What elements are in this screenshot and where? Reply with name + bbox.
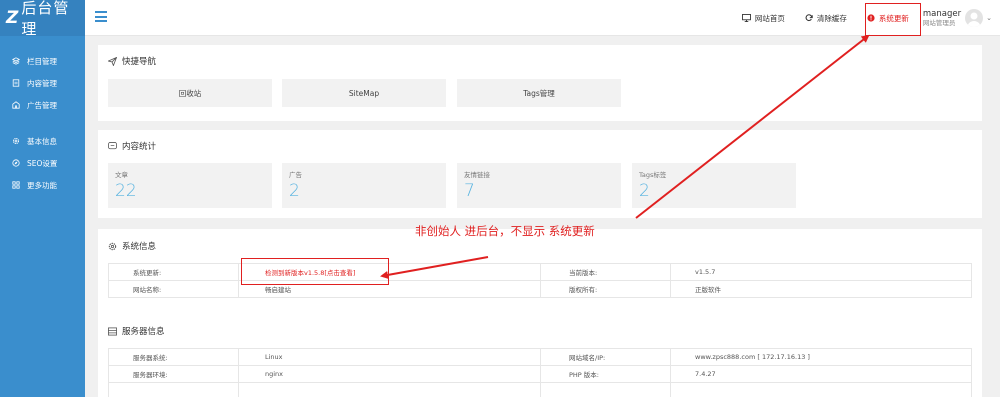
tags-manage-button[interactable]: Tags管理 xyxy=(457,79,621,107)
user-role: 网站管理员 xyxy=(922,19,956,27)
panel-title: 系统信息 xyxy=(108,240,156,252)
sidebar-item-basic-info[interactable]: 基本信息 xyxy=(0,130,85,152)
sidebar-item-label: 更多功能 xyxy=(27,180,57,190)
stat-value: 2 xyxy=(639,181,650,201)
compass-icon xyxy=(10,159,22,167)
stat-label: 广告 xyxy=(289,171,302,179)
table-cell: Linux xyxy=(238,348,541,366)
table-cell: 服务器系统: xyxy=(108,348,239,366)
user-meta: manager 网站管理员 xyxy=(922,8,962,27)
stat-card-ads[interactable]: 广告 2 xyxy=(282,163,446,208)
stats-title: 内容统计 xyxy=(122,142,157,152)
stat-value: 22 xyxy=(115,181,137,201)
system-info-table: 系统更新: 检测到新版本v1.5.8[点击查看] 当前版本: v1.5.7 网站… xyxy=(108,263,972,298)
sidebar: Z 后台管理 栏目管理 内容管理 广告管理 基本信息 SEO设置 更多功能 xyxy=(0,0,85,397)
server-info-title: 服务器信息 xyxy=(122,327,165,337)
chevron-down-icon: ⌄ xyxy=(986,14,992,22)
clear-cache-label: 清除缓存 xyxy=(816,13,847,23)
document-icon xyxy=(10,79,22,87)
send-icon xyxy=(108,56,117,66)
ad-icon xyxy=(10,101,22,109)
table-cell: PHP 版本: xyxy=(540,365,671,383)
logo-text: 后台管理 xyxy=(21,0,70,38)
sitemap-button[interactable]: SiteMap xyxy=(282,79,446,107)
sidebar-item-label: SEO设置 xyxy=(27,158,58,168)
table-cell: v1.5.7 xyxy=(670,263,972,281)
table-cell: 系统更新: xyxy=(108,263,239,281)
top-bar: 网站首页 清除缓存 系统更新 manager 网站管理员 ⌄ xyxy=(85,0,1000,36)
gear-icon xyxy=(108,242,117,251)
stat-label: 文章 xyxy=(115,171,128,179)
sidebar-item-more[interactable]: 更多功能 xyxy=(0,174,85,196)
table-cell: 7.4.27 xyxy=(670,365,972,383)
home-link-label: 网站首页 xyxy=(754,13,785,23)
layers-icon xyxy=(10,57,22,65)
table-cell: www.zpsc888.com [ 172.17.16.13 ] xyxy=(670,348,972,366)
gear-icon xyxy=(10,137,22,145)
logo[interactable]: Z 后台管理 xyxy=(0,0,85,38)
stat-card-links[interactable]: 友情链接 7 xyxy=(457,163,621,208)
monitor-icon xyxy=(741,14,751,22)
sidebar-item-seo[interactable]: SEO设置 xyxy=(0,152,85,174)
table-cell: 当前版本: xyxy=(540,263,671,281)
chat-icon xyxy=(108,141,117,151)
user-name: manager xyxy=(922,8,962,19)
sidebar-menu: 栏目管理 内容管理 广告管理 基本信息 SEO设置 更多功能 xyxy=(0,36,85,196)
sidebar-item-label: 栏目管理 xyxy=(27,56,57,66)
server-icon xyxy=(108,326,117,336)
panel-title: 内容统计 xyxy=(108,140,156,152)
table-cell xyxy=(108,382,239,397)
home-link[interactable]: 网站首页 xyxy=(732,0,795,36)
stat-value: 7 xyxy=(464,181,475,201)
recycle-bin-button[interactable]: 回收站 xyxy=(108,79,272,107)
quick-nav-title: 快捷导航 xyxy=(122,57,157,67)
table-cell: 网站域名/IP: xyxy=(540,348,671,366)
stat-label: 友情链接 xyxy=(464,171,490,179)
table-cell: 服务器环境: xyxy=(108,365,239,383)
table-cell xyxy=(540,382,671,397)
table-row: 网站名称: 畅启建站 版权所有: 正版软件 xyxy=(108,280,972,298)
quick-nav-panel: 快捷导航 回收站 SiteMap Tags管理 xyxy=(98,45,982,121)
table-row: 服务器环境: nginx PHP 版本: 7.4.27 xyxy=(108,365,972,383)
logo-mark: Z xyxy=(6,8,19,28)
sidebar-item-content[interactable]: 内容管理 xyxy=(0,72,85,94)
system-info-panel: 系统信息 系统更新: 检测到新版本v1.5.8[点击查看] 当前版本: v1.5… xyxy=(98,229,982,397)
user-menu[interactable]: manager 网站管理员 ⌄ xyxy=(919,0,1000,36)
panel-title: 服务器信息 xyxy=(108,325,165,337)
annotation-text: 非创始人 进后台，不显示 系统更新 xyxy=(415,224,595,238)
table-cell: 网站名称: xyxy=(108,280,239,298)
stat-value: 2 xyxy=(289,181,300,201)
content-stats-panel: 内容统计 文章 22 广告 2 友情链接 7 Tags标签 2 xyxy=(98,130,982,218)
clear-cache-button[interactable]: 清除缓存 xyxy=(795,0,857,36)
sidebar-item-ads[interactable]: 广告管理 xyxy=(0,94,85,116)
grid-icon xyxy=(10,181,22,189)
annotation-box-update-button xyxy=(865,3,921,36)
table-row xyxy=(108,382,972,397)
refresh-icon xyxy=(805,14,813,22)
sidebar-item-label: 基本信息 xyxy=(27,136,57,146)
stat-card-articles[interactable]: 文章 22 xyxy=(108,163,272,208)
table-cell: nginx xyxy=(238,365,541,383)
server-info-table: 服务器系统: Linux 网站域名/IP: www.zpsc888.com [ … xyxy=(108,348,972,397)
avatar xyxy=(965,9,984,27)
table-row: 系统更新: 检测到新版本v1.5.8[点击查看] 当前版本: v1.5.7 xyxy=(108,263,972,281)
table-cell xyxy=(238,382,541,397)
table-cell: 正版软件 xyxy=(670,280,972,298)
stat-label: Tags标签 xyxy=(639,171,667,179)
menu-toggle-icon[interactable] xyxy=(95,11,107,22)
sidebar-item-label: 广告管理 xyxy=(27,100,57,110)
table-cell: 版权所有: xyxy=(540,280,671,298)
table-cell xyxy=(670,382,972,397)
annotation-box-update-link xyxy=(241,258,389,285)
panel-title: 快捷导航 xyxy=(108,55,156,67)
table-row: 服务器系统: Linux 网站域名/IP: www.zpsc888.com [ … xyxy=(108,348,972,366)
sidebar-item-columns[interactable]: 栏目管理 xyxy=(0,50,85,72)
sidebar-item-label: 内容管理 xyxy=(27,78,57,88)
system-info-title: 系统信息 xyxy=(122,242,157,252)
stat-card-tags[interactable]: Tags标签 2 xyxy=(632,163,796,208)
